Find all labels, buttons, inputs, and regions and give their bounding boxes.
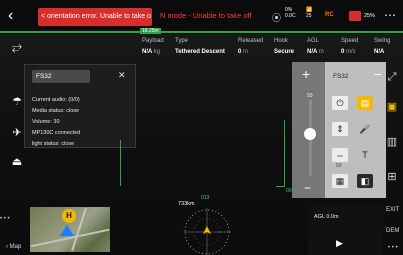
compass-rose (183, 208, 231, 255)
agl-unit: m (318, 49, 324, 55)
type-header: Type (175, 38, 189, 44)
playlist-icon[interactable]: ▦ (332, 174, 348, 188)
message-icon[interactable]: ▤ (357, 96, 373, 110)
speed-header: Speed (341, 38, 359, 44)
swing-column: Swing N/A (374, 38, 390, 55)
camera-switch-icon[interactable]: ▥ (384, 135, 400, 149)
temperature-value: 0.0C (285, 13, 296, 19)
agl-readout: AGL 0.0m (314, 214, 339, 220)
signal-value: 25 (306, 13, 312, 19)
released-column: Released 0 m (238, 38, 263, 55)
horizon-tick (276, 186, 285, 187)
dem-button[interactable]: DEM (386, 228, 399, 234)
home-marker-icon: H (62, 209, 76, 223)
back-button[interactable]: ‹ (8, 6, 24, 26)
payload-header: Payload (142, 38, 164, 44)
play-icon[interactable]: ▶ (336, 238, 343, 249)
rc-status: RC (325, 12, 334, 18)
altitude-panel (308, 205, 383, 255)
volume-down-button[interactable]: − (304, 181, 311, 195)
gimbal-icon: ⦿ (272, 13, 282, 23)
media-status-line: Media status: close (32, 108, 80, 114)
speed-value: 0 (341, 49, 345, 55)
type-column: Type Tethered Descent (175, 38, 225, 55)
collapse-button[interactable]: − (374, 67, 382, 82)
temperature-block: 0% 0.0C (285, 7, 296, 19)
payload-telemetry: Payload N/A kg Type Tethered Descent Rel… (140, 38, 400, 60)
horizon-bracket-right (284, 120, 285, 186)
aircraft-icon[interactable]: ✈ (9, 126, 25, 140)
distance-label: 733km (178, 201, 195, 207)
speaker-device-name: FS32 (333, 73, 349, 80)
payload-column: Payload N/A kg (142, 38, 164, 55)
more-dots[interactable]: • • • (388, 245, 398, 251)
altitude-bar (0, 31, 403, 33)
agl-column: AGL N/A m (307, 38, 324, 55)
map-label-text: Map (9, 244, 22, 250)
route-icon[interactable]: ⥂ (9, 40, 25, 54)
record-icon[interactable]: ◧ (357, 174, 373, 188)
swing-value: N/A (374, 49, 385, 55)
volume-up-button[interactable]: + (302, 66, 310, 82)
payload-icon[interactable]: ▣ (384, 100, 400, 114)
hook-header: Hook (274, 38, 289, 44)
light-status-line: light status: close (32, 141, 75, 147)
battery-icon (349, 11, 361, 21)
hook-column: Hook Secure (274, 38, 294, 55)
speed-unit: m/s (346, 49, 356, 55)
released-header: Released (238, 38, 264, 44)
expand-label: 50 (336, 163, 342, 169)
released-unit: m (243, 49, 249, 55)
speed-column: Speed 0 m/s (341, 38, 358, 55)
expand-icon[interactable]: ⇔ (332, 148, 348, 162)
altitude-marker: 18.25m (140, 28, 161, 34)
parachute-icon[interactable]: ☂ (9, 95, 25, 109)
device-select[interactable]: FS32 (32, 70, 90, 83)
battery-value: 25% (364, 13, 376, 19)
mini-map[interactable]: H (30, 207, 110, 252)
swing-header: Swing (374, 38, 391, 44)
agl-value: N/A (307, 49, 318, 55)
settings-icon[interactable]: ⊞ (384, 170, 400, 184)
heading-value: 013 (201, 195, 210, 201)
sort-icon[interactable]: ⇕ (332, 122, 348, 136)
audio-status-line: Current audio: (0/0) (32, 97, 80, 103)
close-icon[interactable]: ✕ (118, 70, 126, 81)
text-to-speech-icon[interactable]: T (357, 148, 373, 162)
horizon-bracket-left (120, 140, 121, 186)
ellipsis-icon[interactable]: ⋯ (384, 8, 396, 22)
hook-value: Secure (274, 49, 295, 55)
type-value: Tethered Descent (175, 49, 225, 55)
payload-value: N/A (142, 49, 153, 55)
volume-scale-label: 50 (307, 93, 313, 99)
power-icon[interactable]: ⏻ (332, 96, 348, 110)
map-dots: • • • (0, 216, 10, 222)
takeoff-icon[interactable]: ⏏ (9, 155, 25, 169)
microphone-icon[interactable]: 🎤 (357, 122, 373, 136)
volume-status-line: Volume: 30 (32, 119, 60, 125)
connection-status-line: MP130C connected (32, 130, 81, 136)
map-toggle-label[interactable]: ‹ Map (6, 244, 21, 250)
fullscreen-icon[interactable]: ⤢ (384, 70, 400, 84)
payload-unit: kg (153, 49, 161, 55)
volume-slider-thumb[interactable] (304, 128, 316, 140)
aircraft-position-icon (60, 225, 74, 236)
exit-button[interactable]: EXIT (386, 207, 399, 213)
signal-block: 📶 25 (306, 7, 312, 19)
error-banner[interactable]: < orientation error. Unable to take o (38, 8, 152, 26)
agl-header: AGL (307, 38, 320, 44)
released-value: 0 (238, 49, 242, 55)
flight-mode-warning: N mode - Unable to take off (160, 11, 252, 20)
